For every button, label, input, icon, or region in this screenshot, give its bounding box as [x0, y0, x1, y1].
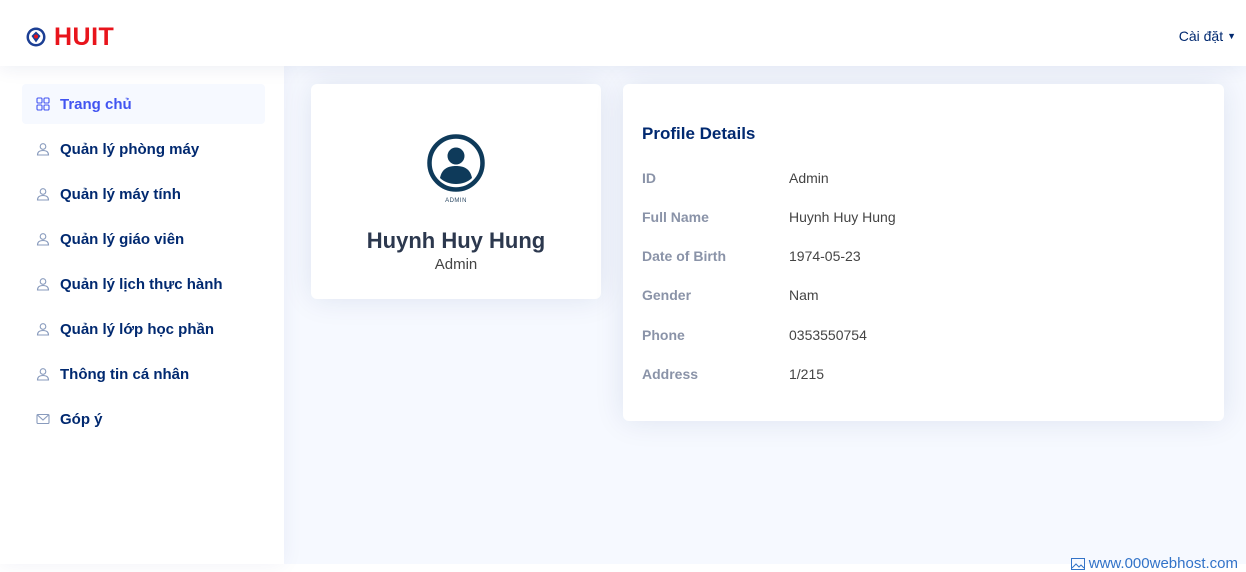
grid-icon: [36, 97, 50, 111]
person-icon: [36, 278, 50, 291]
user-avatar-icon: [427, 134, 485, 192]
sidebar-item-label: Quản lý lịch thực hành: [60, 275, 223, 293]
sidebar-item-label: Trang chủ: [60, 95, 132, 113]
settings-label: Cài đặt: [1178, 28, 1224, 44]
detail-label: Gender: [642, 287, 692, 303]
sidebar-item-quan-ly-lop-hoc-phan[interactable]: Quản lý lớp học phần: [22, 309, 265, 349]
sidebar-item-quan-ly-lich-thuc-hanh[interactable]: Quản lý lịch thực hành: [22, 264, 265, 304]
sidebar-item-quan-ly-giao-vien[interactable]: Quản lý giáo viên: [22, 219, 265, 259]
detail-label: Address: [642, 366, 699, 382]
profile-role: Admin: [434, 256, 478, 273]
profile-card: ADMIN Huynh Huy Hung Admin: [311, 84, 601, 299]
caret-down-icon: ▼: [1227, 31, 1236, 41]
detail-value: 1974-05-23: [789, 248, 861, 264]
detail-value: 1/215: [789, 366, 825, 382]
detail-row-id: ID Admin: [642, 168, 829, 188]
person-icon: [36, 143, 50, 156]
avatar-caption: ADMIN: [445, 198, 467, 204]
sidebar-item-label: Thông tin cá nhân: [60, 365, 190, 383]
sidebar-item-quan-ly-may-tinh[interactable]: Quản lý máy tính: [22, 174, 265, 214]
top-header: HUIT Cài đặt ▼: [0, 0, 1246, 66]
sidebar: Trang chủ Quản lý phòng máy Quản lý máy …: [0, 66, 284, 564]
detail-row-full-name: Full Name Huynh Huy Hung: [642, 207, 896, 227]
detail-row-date-of-birth: Date of Birth 1974-05-23: [642, 246, 861, 266]
logo-text: HUIT: [54, 23, 115, 51]
person-icon: [36, 323, 50, 336]
sidebar-item-thong-tin-ca-nhan[interactable]: Thông tin cá nhân: [22, 354, 265, 394]
detail-label: ID: [642, 170, 656, 186]
detail-label: Date of Birth: [642, 248, 726, 264]
profile-name: Huynh Huy Hung: [366, 228, 546, 253]
detail-label: Phone: [642, 327, 685, 343]
person-icon: [36, 188, 50, 201]
detail-row-phone: Phone 0353550754: [642, 325, 867, 345]
person-icon: [36, 368, 50, 381]
logo-emblem-icon: [26, 27, 46, 47]
detail-row-address: Address 1/215: [642, 364, 824, 384]
detail-value: 0353550754: [789, 327, 867, 343]
settings-dropdown[interactable]: Cài đặt ▼: [1179, 28, 1236, 44]
detail-value: Huynh Huy Hung: [789, 209, 896, 225]
sidebar-item-label: Quản lý lớp học phần: [60, 320, 215, 338]
sidebar-item-label: Quản lý phòng máy: [60, 140, 200, 158]
detail-row-gender: Gender Nam: [642, 285, 819, 305]
details-title: Profile Details: [642, 124, 756, 143]
detail-label: Full Name: [642, 209, 709, 225]
sidebar-item-gop-y[interactable]: Góp ý: [22, 399, 265, 439]
sidebar-item-quan-ly-phong-may[interactable]: Quản lý phòng máy: [22, 129, 265, 169]
sidebar-item-label: Quản lý máy tính: [60, 185, 181, 203]
detail-value: Admin: [789, 170, 829, 186]
person-icon: [36, 233, 50, 246]
sidebar-item-trang-chu[interactable]: Trang chủ: [22, 84, 265, 124]
profile-details-card: Profile Details ID Admin Full Name Huynh…: [623, 84, 1224, 421]
logo[interactable]: HUIT: [26, 22, 114, 52]
detail-value: Nam: [789, 287, 819, 303]
main-content: ADMIN Huynh Huy Hung Admin Profile Detai…: [284, 66, 1246, 572]
sidebar-item-label: Góp ý: [60, 410, 103, 428]
sidebar-item-label: Quản lý giáo viên: [60, 230, 185, 248]
envelope-icon: [36, 413, 50, 425]
